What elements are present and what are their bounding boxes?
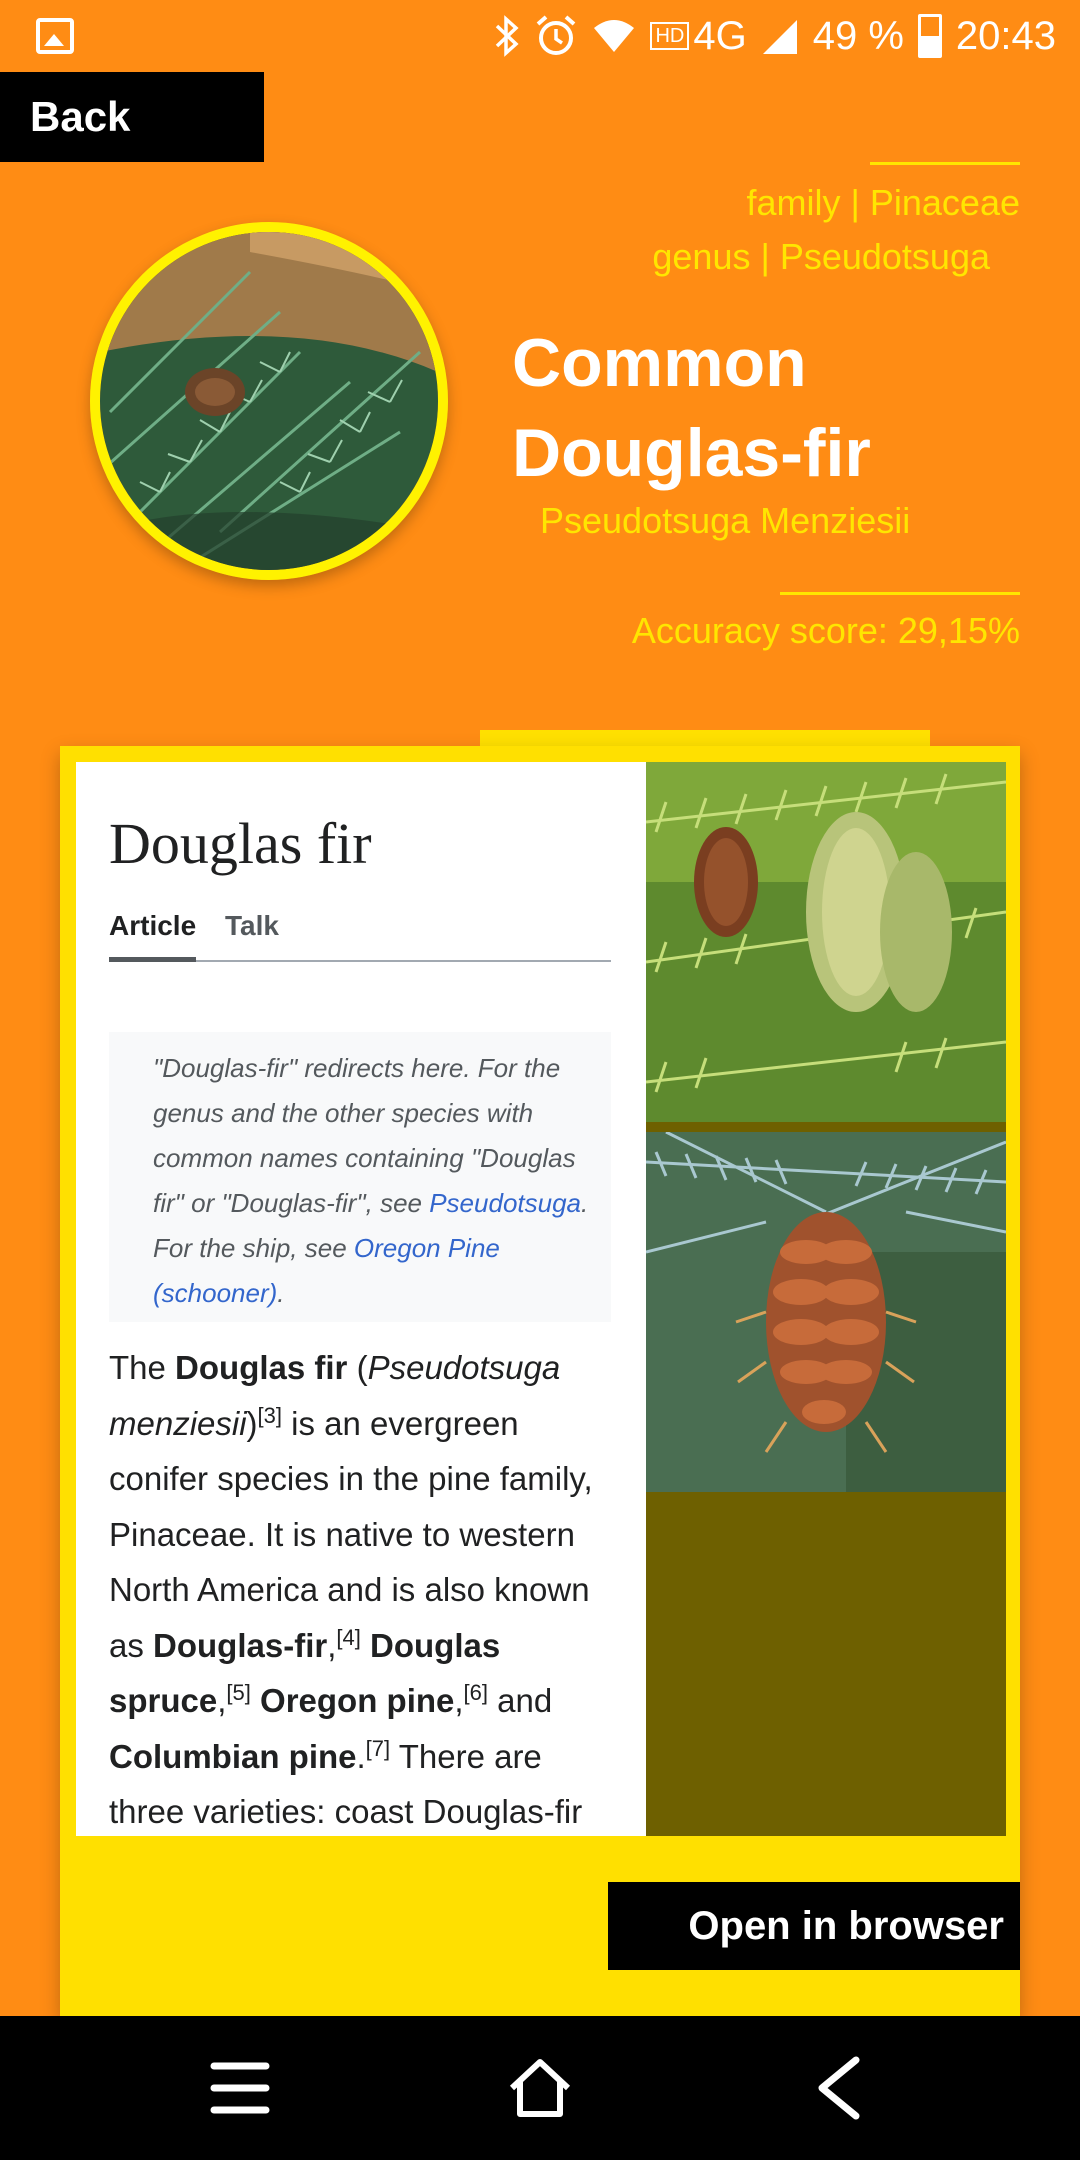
citation[interactable]: [7] [366,1736,390,1761]
alarm-icon [537,15,576,55]
wiki-title: Douglas fir [109,811,372,876]
battery-percent: 49 % [812,14,904,58]
photo-gallery [646,762,1006,1836]
family-label: family | Pinaceae [746,182,1020,223]
body-text: ) [246,1404,258,1442]
body-bold: Douglas fir [175,1349,348,1386]
citation[interactable]: [4] [336,1625,360,1650]
divider [870,162,1020,165]
tab-article[interactable]: Article [109,910,197,962]
scientific-name: Pseudotsuga Menziesii [540,500,911,541]
article-body: The Douglas fir (Pseudotsuga menziesii)[… [109,1340,619,1836]
battery-icon [917,14,942,58]
open-in-browser-button[interactable]: Open in browser [608,1882,1020,1970]
gallery-photo[interactable] [646,1132,1006,1492]
bluetooth-icon [496,15,520,57]
back-arrow-icon[interactable] [808,2056,872,2120]
citation[interactable]: [6] [464,1680,488,1705]
gallery-icon [36,18,74,54]
common-name: Common Douglas-fir [512,325,871,491]
wifi-icon [594,20,635,52]
genus-label: genus | Pseudotsuga [652,236,990,277]
accuracy-score: Accuracy score: 29,15% [631,610,1020,651]
tab-talk[interactable]: Talk [225,910,279,962]
body-text [361,1627,370,1664]
body-text: . [356,1737,366,1775]
body-text: ( [347,1349,368,1386]
body-bold: Columbian pine [109,1737,357,1775]
body-text: , [327,1626,337,1664]
hatnote: "Douglas-fir" redirects here. For the ge… [109,1032,611,1322]
citation[interactable]: [5] [226,1680,250,1705]
plant-photo [90,222,448,580]
status-icons: HD 4G 49 % 20:43 [494,8,1056,64]
body-bold: Oregon pine [260,1682,455,1719]
body-text: The [109,1349,176,1386]
navigation-bar [0,2016,1080,2160]
body-text: and [488,1682,553,1719]
wiki-preview[interactable]: Douglas fir Article Talk "Douglas-fir" r… [76,762,646,1836]
wiki-tabs: Article Talk [109,910,611,962]
signal-icon [762,20,797,54]
back-button[interactable]: Back [0,72,264,162]
menu-icon[interactable] [208,2056,272,2120]
body-bold: Douglas-fir [153,1626,328,1664]
body-text: , [217,1682,227,1719]
hd-icon: HD [650,22,690,50]
body-text: , [454,1682,464,1719]
link-pseudotsuga[interactable]: Pseudotsuga [429,1188,581,1218]
body-text [251,1682,260,1719]
divider [780,592,1020,595]
clock: 20:43 [955,14,1056,58]
home-icon[interactable] [508,2056,572,2120]
citation[interactable]: [3] [258,1403,282,1428]
network-type: 4G [693,14,747,58]
hatnote-text: . [277,1278,285,1308]
status-bar: HD 4G 49 % 20:43 [0,0,1080,72]
gallery-photo[interactable] [646,762,1006,1122]
